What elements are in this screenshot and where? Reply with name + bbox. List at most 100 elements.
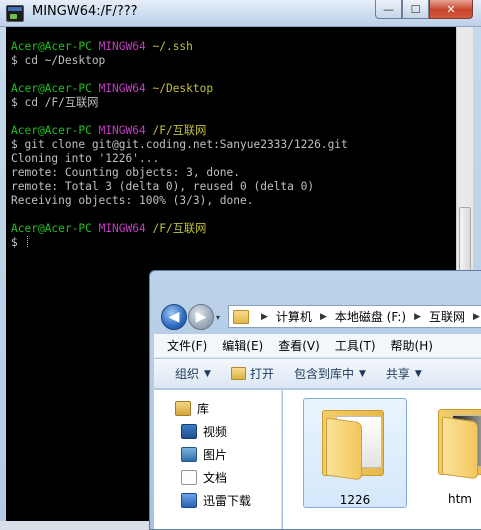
folder-icon (233, 309, 249, 324)
terminal-line: remote: Total 3 (delta 0), reused 0 (del… (11, 180, 473, 194)
folder-item-htm[interactable]: htm (420, 398, 481, 508)
open-label: 打开 (249, 367, 274, 381)
nav-item-pictures[interactable]: 图片 (181, 446, 227, 463)
include-in-library-label: 包含到库中 (293, 367, 354, 381)
window-controls: — ☐ ✕ (375, 0, 473, 20)
breadcrumb-separator[interactable]: ▶ (414, 312, 421, 322)
terminal-line: $ (11, 236, 473, 250)
video-icon (181, 424, 197, 439)
terminal-line: Acer@Acer-PC MINGW64 /F/互联网 (11, 124, 473, 138)
terminal-text: $ cd /F/互联网 (11, 96, 99, 109)
terminal-line: remote: Counting objects: 3, done. (11, 166, 473, 180)
nav-item-library[interactable]: 库 (175, 400, 209, 417)
scrollbar-thumb[interactable] (459, 207, 471, 277)
back-button[interactable]: ◀ (161, 304, 187, 330)
menu-edit[interactable]: 编辑(E) (222, 337, 263, 354)
terminal-line: Acer@Acer-PC MINGW64 ~/Desktop (11, 82, 473, 96)
terminal-line: $ git clone git@git.coding.net:Sanyue233… (11, 138, 473, 152)
menu-tools[interactable]: 工具(T) (335, 337, 376, 354)
share-button[interactable]: 共享 ▼ (386, 365, 422, 382)
download-icon (181, 493, 197, 508)
chevron-down-icon: ▼ (204, 368, 211, 379)
address-bar[interactable]: ▶ 计算机 ▶ 本地磁盘 (F:) ▶ 互联网 ▶ (228, 305, 481, 328)
organize-label: 组织 (175, 367, 200, 381)
folder-icon (432, 403, 481, 481)
breadcrumb-separator[interactable]: ▶ (320, 312, 327, 322)
breadcrumb-separator[interactable]: ▶ (473, 312, 480, 322)
terminal-text: remote: Total 3 (delta 0), reused 0 (del… (11, 180, 315, 193)
breadcrumb-computer[interactable]: 计算机 (276, 308, 312, 325)
nav-item-label: 库 (197, 402, 210, 416)
explorer-navbar: ◀ ▶ ▾ ▶ 计算机 ▶ 本地磁盘 (F:) ▶ 互联网 ▶ (150, 271, 481, 331)
terminal-line: $ cd /F/互联网 (11, 96, 473, 110)
prompt-path: /F/互联网 (152, 222, 207, 235)
menu-view[interactable]: 查看(V) (278, 337, 320, 354)
nav-item-label: 视频 (203, 425, 228, 439)
open-icon (230, 367, 246, 380)
share-label: 共享 (385, 367, 410, 381)
chevron-down-icon: ▼ (358, 368, 366, 379)
organize-button[interactable]: 组织 ▼ (175, 365, 211, 382)
chevron-down-icon: ▼ (414, 368, 422, 379)
explorer-window: ◀ ▶ ▾ ▶ 计算机 ▶ 本地磁盘 (F:) ▶ 互联网 ▶ 文件(F) 编辑… (149, 270, 481, 530)
terminal-line: $ cd ~/Desktop (11, 54, 473, 68)
nav-item-videos[interactable]: 视频 (181, 423, 227, 440)
maximize-button[interactable]: ☐ (402, 0, 429, 19)
terminal-line: Cloning into '1226'... (11, 152, 473, 166)
prompt-user: Acer@Acer-PC (11, 40, 92, 53)
nav-item-thunder-downloads[interactable]: 迅雷下载 (181, 492, 251, 509)
menu-help[interactable]: 帮助(H) (391, 337, 433, 354)
terminal-text: $ git clone git@git.coding.net:Sanyue233… (11, 138, 348, 151)
terminal-title: MINGW64:/F/??? (32, 4, 138, 19)
prompt-user: Acer@Acer-PC (11, 124, 92, 137)
nav-item-label: 图片 (203, 448, 228, 462)
prompt-host: MINGW64 (98, 222, 146, 235)
prompt-host: MINGW64 (98, 40, 146, 53)
menu-bar: 文件(F) 编辑(E) 查看(V) 工具(T) 帮助(H) (154, 334, 481, 358)
folder-item-1226[interactable]: 1226 (303, 398, 407, 508)
breadcrumb-drive[interactable]: 本地磁盘 (F:) (335, 308, 406, 325)
menu-file[interactable]: 文件(F) (167, 337, 207, 354)
file-list: 1226 htm (283, 390, 481, 529)
nav-item-label: 文档 (203, 471, 228, 485)
text-cursor (27, 236, 29, 247)
terminal-text: Cloning into '1226'... (11, 152, 160, 165)
folder-name: htm (448, 492, 472, 506)
include-in-library-button[interactable]: 包含到库中 ▼ (294, 365, 366, 382)
minimize-button[interactable]: — (375, 0, 402, 19)
terminal-icon (6, 5, 24, 22)
nav-item-documents[interactable]: 文档 (181, 469, 227, 486)
folder-name: 1226 (339, 493, 371, 507)
terminal-line: Receiving objects: 100% (3/3), done. (11, 194, 473, 208)
close-button[interactable]: ✕ (429, 0, 473, 19)
breadcrumb-folder[interactable]: 互联网 (429, 308, 465, 325)
prompt-host: MINGW64 (98, 82, 146, 95)
terminal-line: Acer@Acer-PC MINGW64 /F/互联网 (11, 222, 473, 236)
terminal-titlebar[interactable]: MINGW64:/F/??? — ☐ ✕ (0, 0, 481, 27)
recent-pages-dropdown[interactable]: ▾ (216, 313, 220, 322)
prompt-path: ~/.ssh (152, 40, 193, 53)
nav-item-label: 迅雷下载 (203, 494, 252, 508)
breadcrumb-separator[interactable]: ▶ (261, 312, 268, 322)
terminal-text: $ cd ~/Desktop (11, 54, 106, 67)
open-button[interactable]: 打开 (230, 365, 274, 382)
terminal-text: Receiving objects: 100% (3/3), done. (11, 194, 254, 207)
prompt-user: Acer@Acer-PC (11, 222, 92, 235)
prompt-user: Acer@Acer-PC (11, 82, 92, 95)
document-icon (181, 470, 197, 485)
prompt-host: MINGW64 (98, 124, 146, 137)
picture-icon (181, 447, 197, 462)
library-icon (175, 401, 191, 416)
prompt-path: /F/互联网 (152, 124, 207, 137)
terminal-text: $ (11, 236, 25, 249)
folder-icon (316, 404, 394, 482)
command-toolbar: 组织 ▼ 打开 包含到库中 ▼ 共享 ▼ (154, 359, 481, 389)
terminal-text: remote: Counting objects: 3, done. (11, 166, 241, 179)
prompt-path: ~/Desktop (152, 82, 214, 95)
terminal-line: Acer@Acer-PC MINGW64 ~/.ssh (11, 40, 473, 54)
forward-button[interactable]: ▶ (188, 304, 214, 330)
navigation-pane: 库 视频 图片 文档 迅雷下载 (154, 390, 282, 529)
